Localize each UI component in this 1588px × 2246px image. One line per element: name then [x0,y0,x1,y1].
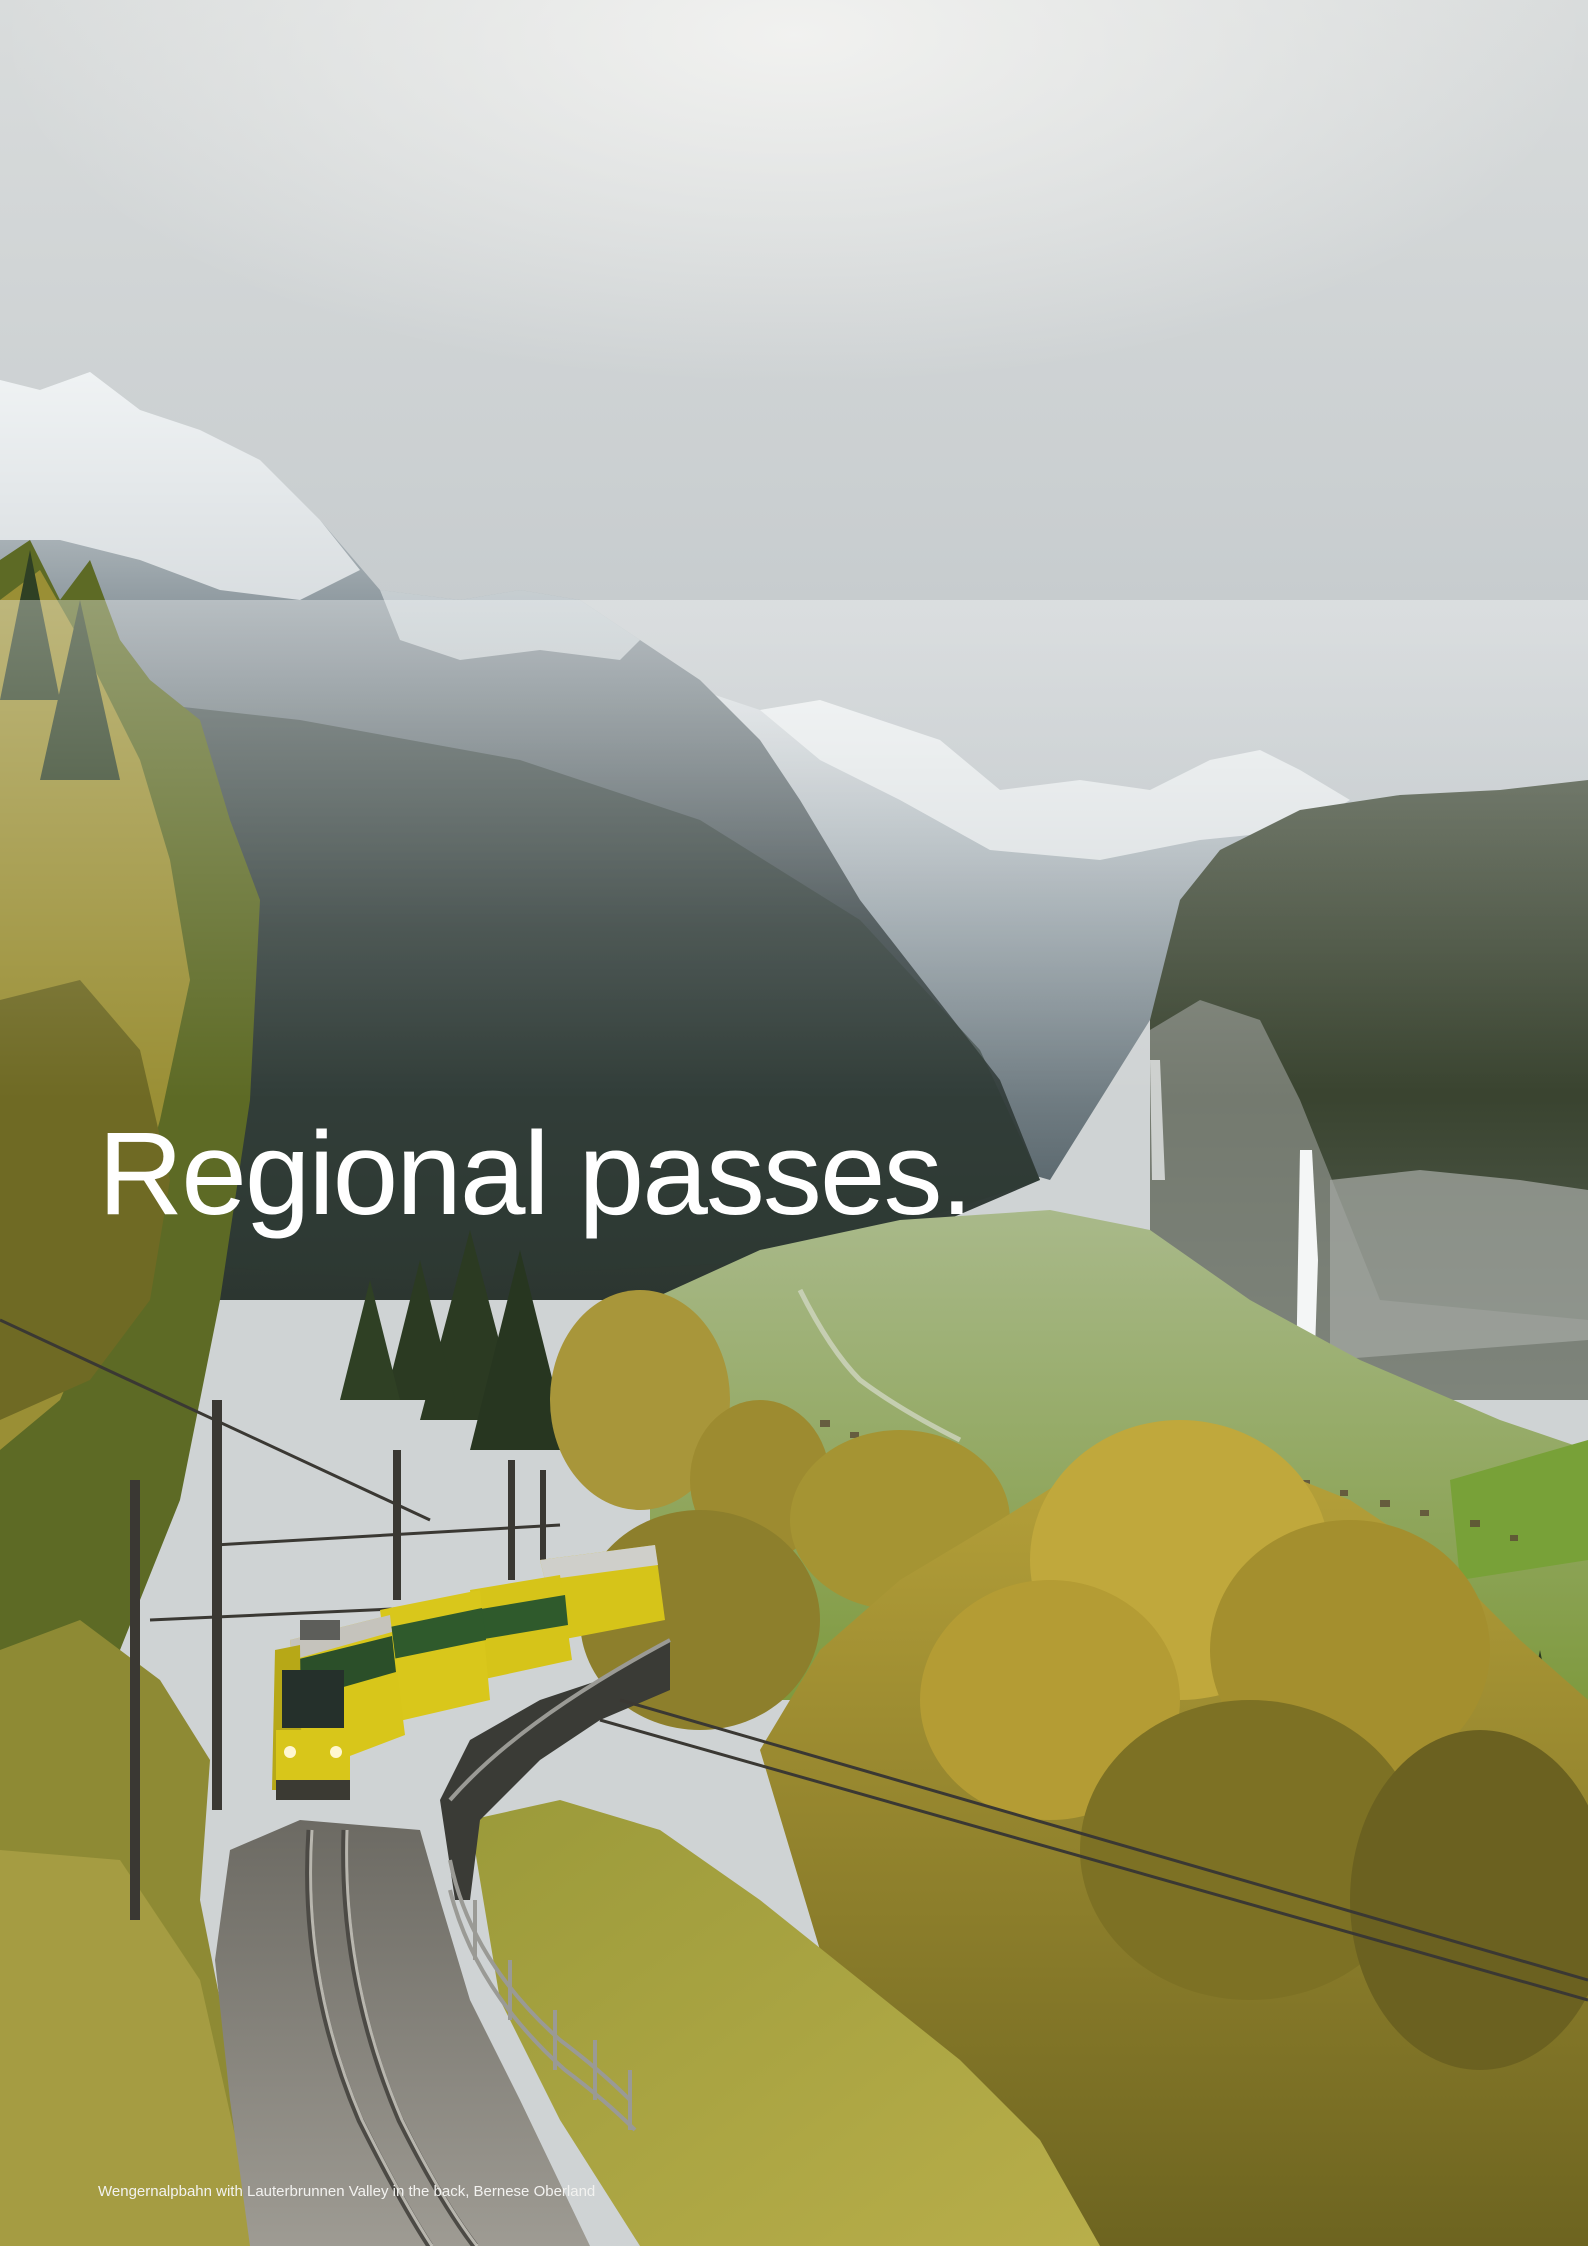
brochure-page: Regional passes. Wengernalpbahn with Lau… [0,0,1588,2246]
photo-caption: Wengernalpbahn with Lauterbrunnen Valley… [98,2183,596,2200]
page-title: Regional passes. [98,1108,973,1240]
